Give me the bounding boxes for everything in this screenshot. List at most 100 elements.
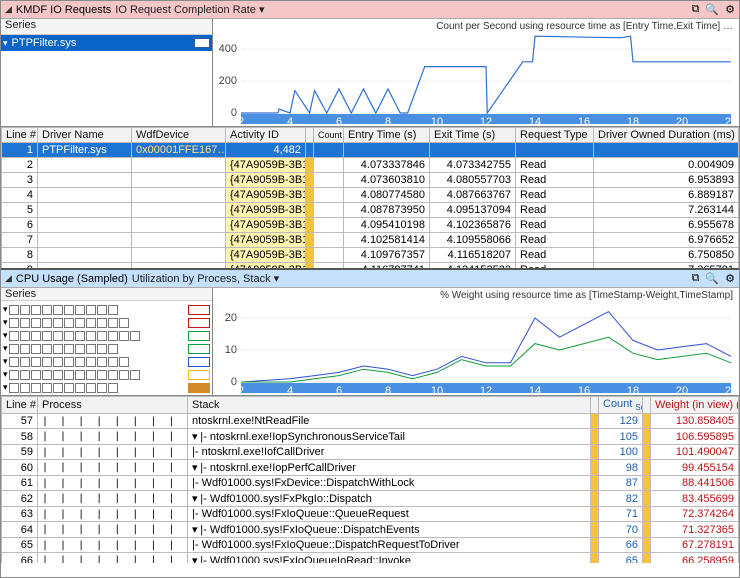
col-type[interactable]: Request Type xyxy=(516,128,594,143)
series-item[interactable]: ▾ xyxy=(3,329,210,342)
svg-text:0: 0 xyxy=(231,107,237,119)
svg-text:10: 10 xyxy=(431,116,443,127)
svg-text:0: 0 xyxy=(231,376,237,388)
svg-text:4: 4 xyxy=(287,385,293,396)
table-row[interactable]: 3{47A9059B-3B1B-00…4.0736038104.08055770… xyxy=(2,173,739,188)
col-line[interactable]: Line # xyxy=(2,397,38,414)
pane-header-cpu[interactable]: ◢ CPU Usage (Sampled) Utilization by Pro… xyxy=(1,270,739,288)
table-row[interactable]: 65| | | | | | | | |- Wdf01000.sys!FxIoQu… xyxy=(2,538,739,553)
table-row[interactable]: 62| | | | | | | | ▾ |- Wdf01000.sys!FxPk… xyxy=(2,491,739,507)
series-header: Series xyxy=(1,288,212,301)
collapse-icon[interactable]: ◢ xyxy=(5,273,12,284)
cpu-chart[interactable]: % Weight using resource time as [TimeSta… xyxy=(213,288,739,395)
series-item[interactable]: ▾ xyxy=(3,355,210,368)
search-icon[interactable]: 🔍 xyxy=(705,272,719,285)
search-icon[interactable]: 🔍 xyxy=(705,3,719,16)
stack-table[interactable]: Line # Process Stack Count Sum Weight (i… xyxy=(1,396,739,563)
pane-title: KMDF IO Requests xyxy=(16,4,111,16)
series-item[interactable]: ▾ xyxy=(3,342,210,355)
col-line[interactable]: Line # xyxy=(2,128,38,143)
io-table[interactable]: Line # Driver Name WdfDevice Activity ID… xyxy=(1,127,739,270)
table-row[interactable]: 5{47A9059B-3B1B-00…4.0878739504.09513709… xyxy=(2,203,739,218)
chart-note: % Weight using resource time as [TimeSta… xyxy=(440,290,733,301)
io-chart[interactable]: Count per Second using resource time as … xyxy=(213,19,739,126)
svg-text:22: 22 xyxy=(725,116,737,127)
gold-separator xyxy=(591,397,599,414)
chevron-down-icon[interactable]: ▾ xyxy=(3,38,8,49)
table-row[interactable]: 63| | | | | | | | |- Wdf01000.sys!FxIoQu… xyxy=(2,507,739,522)
table-row[interactable]: 4{47A9059B-3B1B-00…4.0807745804.08766376… xyxy=(2,188,739,203)
col-duration[interactable]: Driver Owned Duration (ms) xyxy=(594,128,739,143)
series-item[interactable]: ▾ xyxy=(3,394,210,395)
pane-subtitle[interactable]: Utilization by Process, Stack ▾ xyxy=(132,272,279,285)
table-row[interactable]: 8{47A9059B-3B1B-00…4.1097673574.11651820… xyxy=(2,248,739,263)
svg-text:14: 14 xyxy=(529,385,541,396)
table-row[interactable]: 57| | | | | | | | ntoskrnl.exe!NtReadFil… xyxy=(2,414,739,429)
svg-text:22: 22 xyxy=(725,385,737,396)
pane-title: CPU Usage (Sampled) xyxy=(16,273,128,285)
series-item[interactable]: ▾ PTPFilter.sys xyxy=(1,35,212,51)
filter-icon[interactable]: ⧉ xyxy=(692,3,700,16)
series-swatch xyxy=(194,38,210,48)
table-row[interactable]: 9{47A9059B-3B1B-00…4.1167877414.12415352… xyxy=(2,263,739,271)
table-row[interactable]: 61| | | | | | | | |- Wdf01000.sys!FxDevi… xyxy=(2,476,739,491)
gold-separator xyxy=(643,397,651,414)
series-panel: Series ▾ PTPFilter.sys xyxy=(1,19,213,126)
table-row[interactable]: 7{47A9059B-3B1B-00…4.1025814144.10955806… xyxy=(2,233,739,248)
pane-header-io[interactable]: ◢ KMDF IO Requests IO Request Completion… xyxy=(1,1,739,19)
svg-text:20: 20 xyxy=(225,312,237,324)
col-count[interactable]: Count xyxy=(314,128,344,143)
gear-icon[interactable]: ⚙ xyxy=(725,3,735,16)
svg-text:4: 4 xyxy=(287,116,293,127)
svg-text:6: 6 xyxy=(336,385,342,396)
series-item[interactable]: ▾ xyxy=(3,368,210,381)
svg-text:8: 8 xyxy=(385,116,391,127)
table-header-row: Line # Process Stack Count Sum Weight (i… xyxy=(2,397,739,414)
svg-text:2: 2 xyxy=(238,385,244,396)
gear-icon[interactable]: ⚙ xyxy=(725,272,735,285)
table-row[interactable]: 60| | | | | | | | ▾ |- ntoskrnl.exe!IopP… xyxy=(2,460,739,476)
series-header: Series xyxy=(1,19,212,35)
collapse-icon[interactable]: ◢ xyxy=(5,4,12,15)
svg-text:18: 18 xyxy=(627,116,639,127)
table-header-row: Line # Driver Name WdfDevice Activity ID… xyxy=(2,128,739,143)
table-row[interactable]: 1PTPFilter.sys0x00001FFE167…4,482 xyxy=(2,143,739,158)
col-wdf[interactable]: WdfDevice xyxy=(132,128,226,143)
col-count[interactable]: Count Sum xyxy=(599,397,643,414)
table-row[interactable]: 66| | | | | | | | ▾ |- Wdf01000.sys!FxIo… xyxy=(2,553,739,563)
svg-text:16: 16 xyxy=(578,116,590,127)
table-row[interactable]: 59| | | | | | | | |- ntoskrnl.exe!IofCal… xyxy=(2,445,739,460)
svg-text:12: 12 xyxy=(480,116,492,127)
col-activity[interactable]: Activity ID xyxy=(226,128,306,143)
col-exit[interactable]: Exit Time (s) xyxy=(430,128,516,143)
series-item[interactable]: ▾ xyxy=(3,303,210,316)
svg-text:200: 200 xyxy=(219,75,237,87)
col-process[interactable]: Process xyxy=(38,397,188,414)
col-entry[interactable]: Entry Time (s) xyxy=(344,128,430,143)
table-row[interactable]: 6{47A9059B-3B1B-00…4.0954101984.10236587… xyxy=(2,218,739,233)
series-item[interactable]: ▾ xyxy=(3,381,210,394)
svg-text:10: 10 xyxy=(431,385,443,396)
col-driver[interactable]: Driver Name xyxy=(38,128,132,143)
filter-icon[interactable]: ⧉ xyxy=(692,272,700,285)
series-label: PTPFilter.sys xyxy=(12,37,77,49)
table-row[interactable]: 64| | | | | | | | ▾ |- Wdf01000.sys!FxIo… xyxy=(2,522,739,538)
io-chart-row: Series ▾ PTPFilter.sys Count per Second … xyxy=(1,19,739,127)
svg-text:400: 400 xyxy=(219,43,237,55)
svg-text:12: 12 xyxy=(480,385,492,396)
chart-note: Count per Second using resource time as … xyxy=(436,21,733,32)
svg-text:20: 20 xyxy=(676,116,688,127)
svg-text:10: 10 xyxy=(225,344,237,356)
table-row[interactable]: 2{47A9059B-3B1B-00…4.0733378464.07334275… xyxy=(2,158,739,173)
table-row[interactable]: 58| | | | | | | | ▾ |- ntoskrnl.exe!IopS… xyxy=(2,429,739,445)
col-weight[interactable]: Weight (in view) (… xyxy=(651,397,739,414)
col-stack[interactable]: Stack xyxy=(188,397,591,414)
cpu-chart-row: Series ▾▾▾▾▾▾▾▾ % Weight using resource … xyxy=(1,288,739,396)
svg-text:2: 2 xyxy=(238,116,244,127)
pane-subtitle[interactable]: IO Request Completion Rate ▾ xyxy=(115,3,264,16)
gold-separator xyxy=(306,128,314,143)
svg-text:16: 16 xyxy=(578,385,590,396)
cpu-series-panel: Series ▾▾▾▾▾▾▾▾ xyxy=(1,288,213,395)
series-item[interactable]: ▾ xyxy=(3,316,210,329)
svg-text:14: 14 xyxy=(529,116,541,127)
